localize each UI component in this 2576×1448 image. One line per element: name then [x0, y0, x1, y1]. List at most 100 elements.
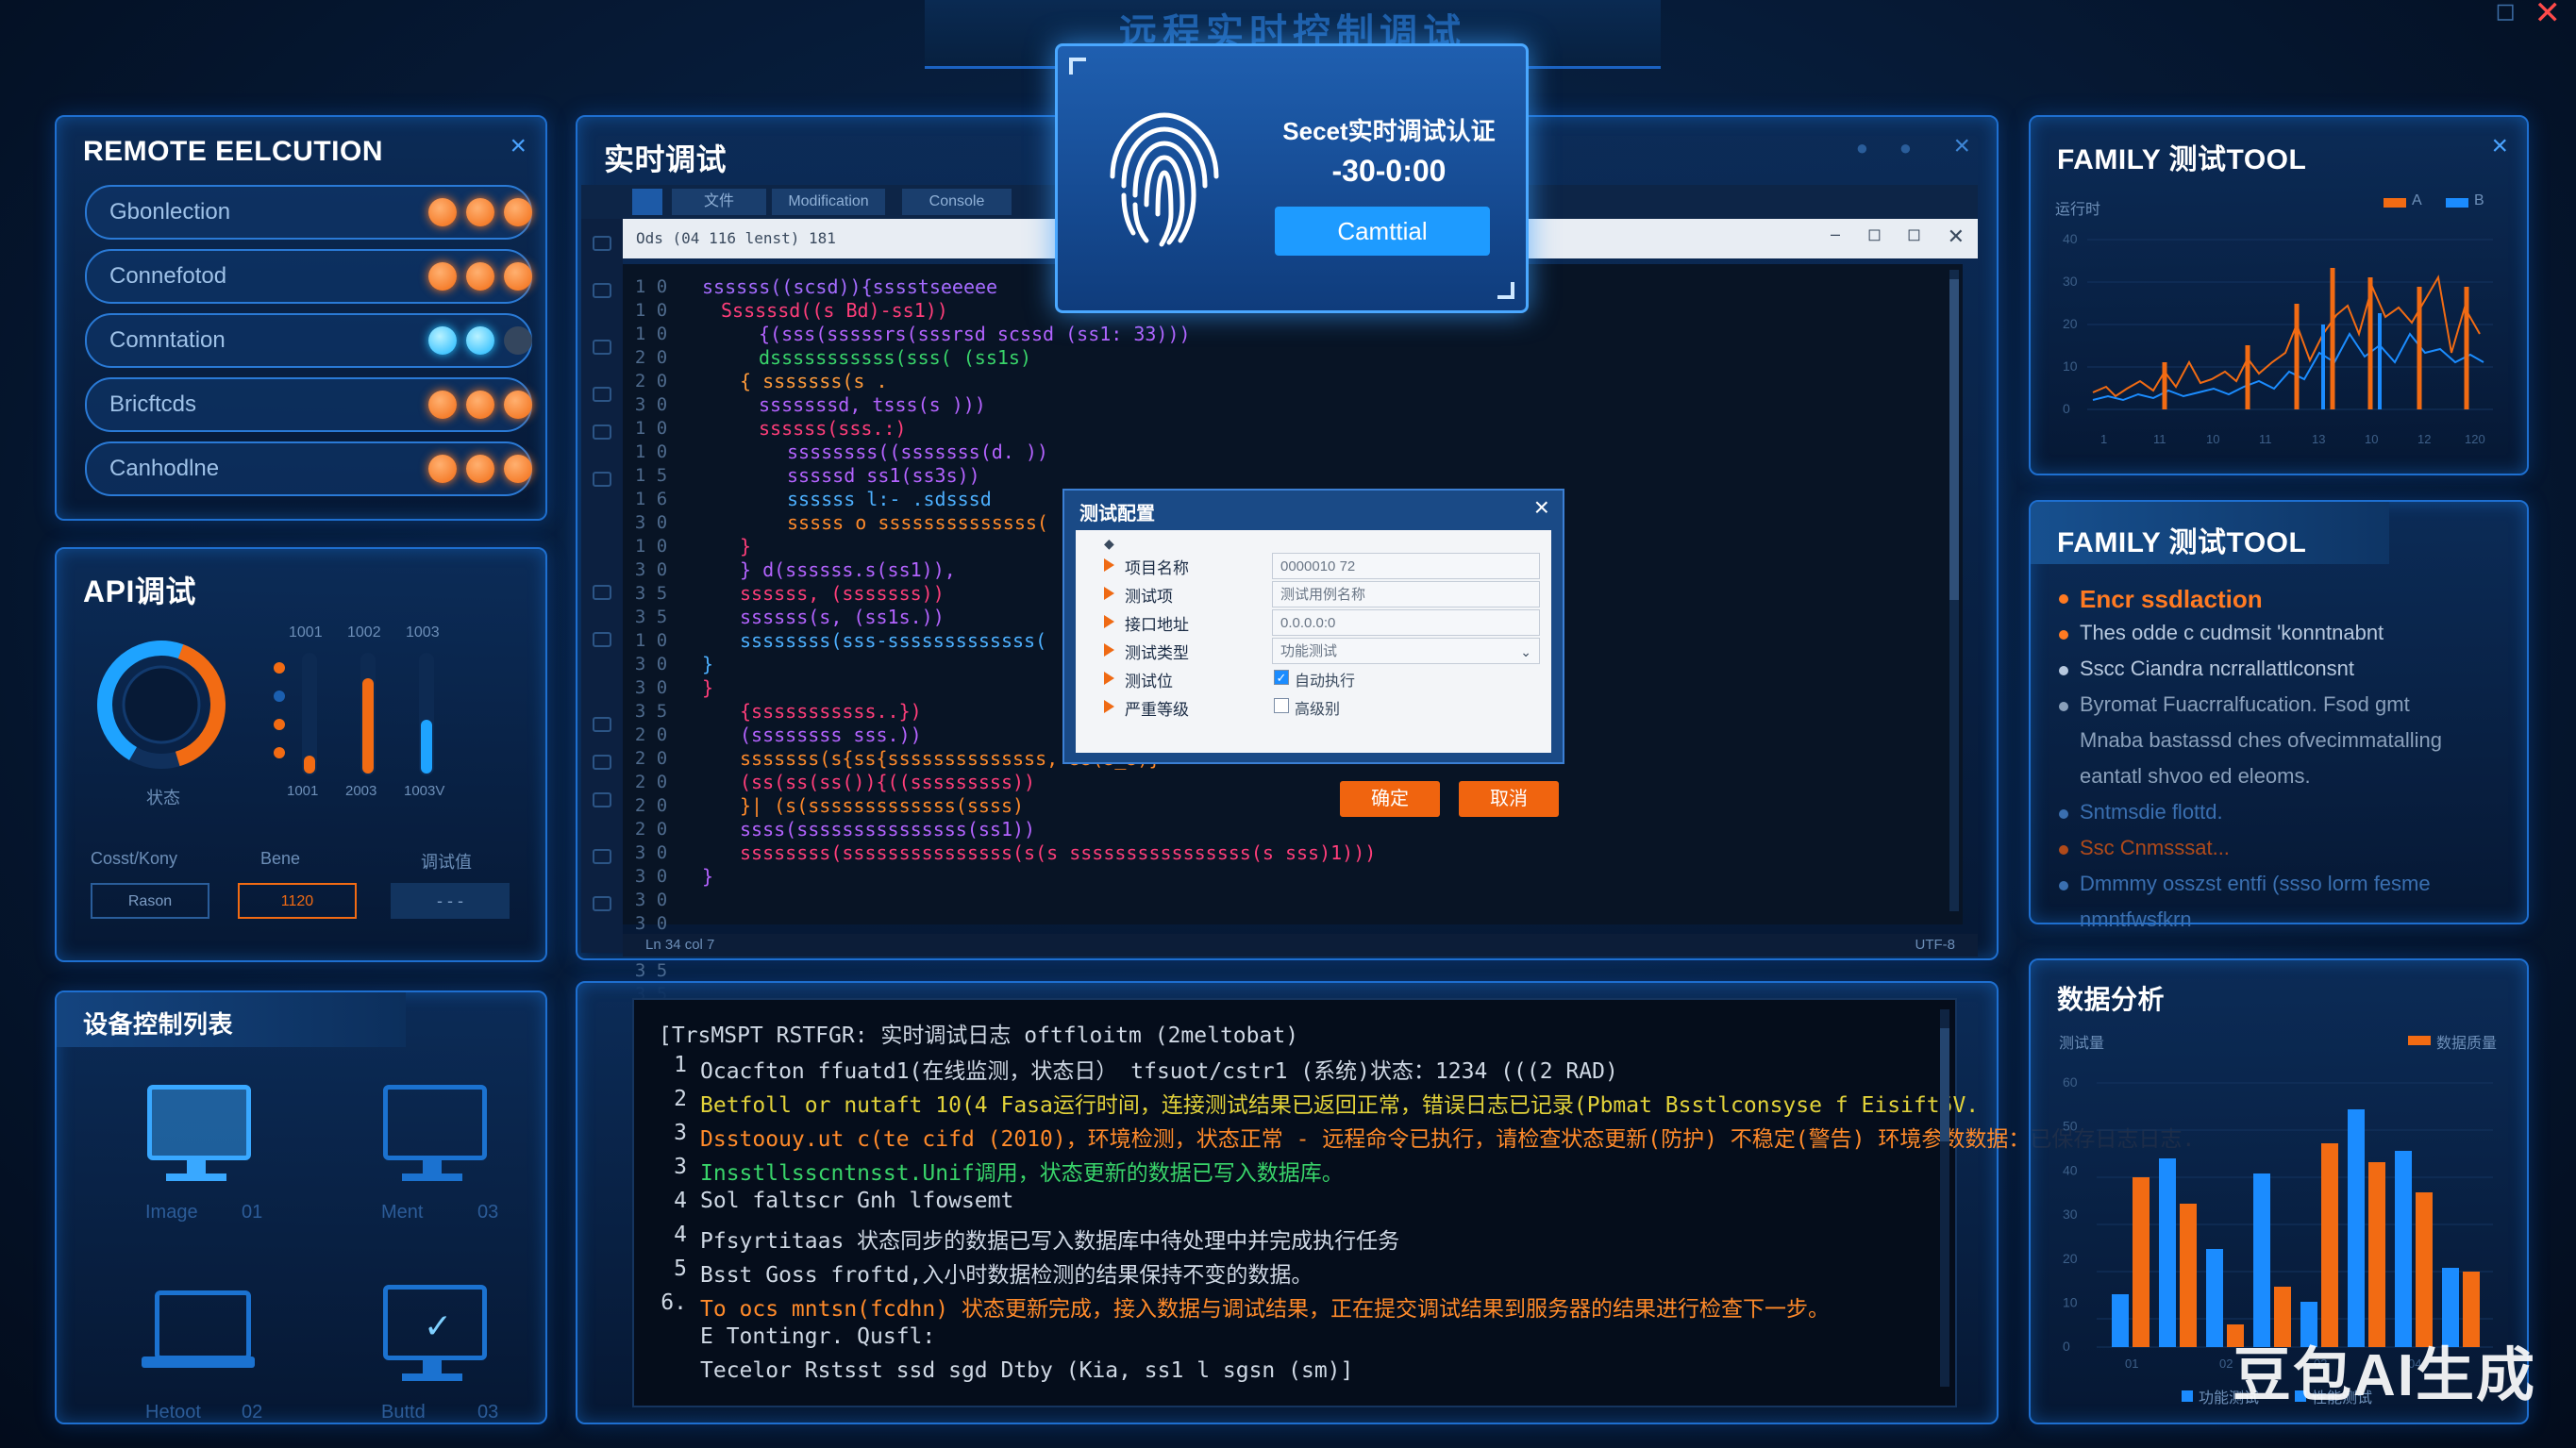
slider-track[interactable]: [302, 653, 317, 775]
sidebar-tool-icon[interactable]: [593, 387, 611, 402]
restore-icon[interactable]: ◻: [1867, 225, 1882, 244]
close-icon[interactable]: ✕: [1948, 225, 1965, 249]
log-line: Sol faltscr Gnh lfowsemt: [700, 1189, 1014, 1213]
indicator-dot: [274, 719, 285, 730]
window-close-icon[interactable]: ✕: [2534, 0, 2562, 32]
line-number: 3 5: [634, 607, 668, 627]
log-line-number: 5: [674, 1257, 687, 1281]
api-more-button[interactable]: - - -: [391, 883, 510, 919]
editor-tab[interactable]: Modification: [772, 189, 885, 215]
remote-row[interactable]: Comntation: [85, 313, 532, 368]
device-item[interactable]: Image 01: [113, 1075, 283, 1245]
window-button-icon[interactable]: ●: [1856, 136, 1868, 160]
scrollbar-thumb[interactable]: [1940, 1028, 1949, 1141]
panel-title: 实时调试: [604, 142, 728, 176]
slider-track[interactable]: [360, 653, 376, 775]
chart-bar: [2368, 1162, 2385, 1347]
sidebar-tool-icon[interactable]: [593, 236, 611, 251]
sidebar-tool-icon[interactable]: [593, 585, 611, 600]
status-dot: [428, 391, 457, 419]
close-icon[interactable]: ×: [1534, 492, 1549, 523]
line-number: 3 0: [634, 890, 668, 910]
scrollbar-thumb[interactable]: [1949, 279, 1959, 600]
api-field-button[interactable]: Rason: [91, 883, 209, 919]
code-line: (ssssssss sss.)): [740, 724, 922, 746]
api-value-button[interactable]: 1120: [238, 883, 357, 919]
field-label: 测试类型: [1125, 644, 1189, 662]
close-icon[interactable]: ×: [510, 130, 527, 162]
panel-title: API调试: [83, 574, 196, 608]
field-checkbox[interactable]: [1274, 698, 1289, 713]
device-item[interactable]: Ment 03: [349, 1075, 519, 1245]
line-number: 2 0: [634, 347, 668, 368]
panel-title: 设备控制列表: [83, 1010, 234, 1039]
footer-label: 调试值: [421, 853, 472, 872]
list-item: Dmmmy osszst entfi (ssso lorm fesme: [2080, 872, 2431, 895]
window-button-icon[interactable]: ●: [1899, 136, 1912, 160]
family-tool-chart-panel: FAMILY 测试TOOL × 运行时 A B 40 30 20 10 0 1 …: [2029, 115, 2529, 475]
panel-title: REMOTE EELCUTION: [83, 136, 384, 167]
sidebar-tool-icon[interactable]: [593, 792, 611, 807]
sidebar-tool-icon[interactable]: [593, 632, 611, 647]
field-label: 项目名称: [1125, 559, 1189, 577]
window-min-icon[interactable]: ◻: [2495, 0, 2516, 25]
cancel-button[interactable]: 取消: [1459, 781, 1559, 817]
sidebar-tool-icon[interactable]: [593, 755, 611, 770]
tab-icon[interactable]: [632, 189, 662, 215]
log-line: Bsst Goss froftd,入小时数据检测的结果保持不变的数据。: [700, 1263, 1313, 1288]
x-tick: 13: [2312, 432, 2325, 446]
sidebar-tool-icon[interactable]: [593, 340, 611, 355]
scrollbar[interactable]: [1949, 270, 1959, 911]
field-input[interactable]: 测试用例名称: [1272, 581, 1540, 607]
list-item: Mnaba bastassd ches ofvecimmatalling: [2080, 728, 2442, 752]
field-input[interactable]: 0000010 72: [1272, 553, 1540, 579]
code-line: {(sss(sssssrs(sssrsd scssd (ss1: 33))): [759, 323, 1191, 345]
debug-log-terminal[interactable]: [TrsMSPT RSTFGR: 实时调试日志 oftfloitm (2melt…: [632, 998, 2195, 1407]
device-item[interactable]: ✓ Buttd 03: [349, 1275, 519, 1445]
line-number: 3 0: [634, 394, 668, 415]
maximize-icon[interactable]: ◻: [1907, 225, 1921, 244]
sidebar-tool-icon[interactable]: [593, 896, 611, 911]
remote-row[interactable]: Gbonlection: [85, 185, 532, 240]
bullet-icon: [2059, 594, 2068, 604]
slider-track[interactable]: [419, 653, 434, 775]
sidebar-tool-icon[interactable]: [593, 717, 611, 732]
remote-row[interactable]: Canhodlne: [85, 441, 532, 496]
log-line-number: 3: [674, 1121, 687, 1145]
cursor-position: Ln 34 col 7: [645, 937, 715, 953]
line-number: 3 0: [634, 654, 668, 674]
list-item: Sscc Ciandra ncrrallattlconsnt: [2080, 657, 2355, 680]
test-config-dialog: 测试配置 × ◆ 项目名称 0000010 72 测试项 测试用例名称 接口地址 0.0.…: [1062, 489, 1564, 764]
gauge-label: 状态: [146, 789, 180, 807]
sidebar-tool-icon[interactable]: [593, 472, 611, 487]
code-line: {sssssssssss..}): [740, 700, 922, 723]
sidebar-tool-icon[interactable]: [593, 283, 611, 298]
close-icon[interactable]: ×: [1953, 130, 1970, 162]
log-line-number: 6.: [661, 1290, 687, 1315]
line-number: 3 0: [634, 512, 668, 533]
chart-bar: [2416, 1192, 2433, 1347]
remote-row[interactable]: Bricftcds: [85, 377, 532, 432]
field-checkbox[interactable]: ✓: [1274, 670, 1289, 685]
minimize-icon[interactable]: –: [1831, 225, 1840, 244]
auth-confirm-button[interactable]: Camttial: [1275, 207, 1490, 256]
sidebar-tool-icon[interactable]: [593, 849, 611, 864]
file-path: Ods (04 116 lenst) 181: [636, 229, 836, 247]
editor-tab[interactable]: Console: [902, 189, 1012, 215]
scrollbar[interactable]: [1940, 1009, 1949, 1387]
legend-label: 数据质量: [2436, 1036, 2498, 1052]
code-line: ssss(sssssssssssssss(ss1)): [740, 818, 1036, 841]
editor-tab[interactable]: 文件: [672, 189, 766, 215]
remote-row-label: Bricftcds: [109, 391, 197, 417]
device-item[interactable]: Hetoot 02: [113, 1275, 283, 1445]
field-input[interactable]: 0.0.0.0:0: [1272, 609, 1540, 636]
code-line: }: [740, 535, 752, 558]
x-tick: 1: [2100, 432, 2107, 446]
slider-header: 1003: [406, 624, 440, 641]
close-icon[interactable]: ×: [2491, 130, 2508, 162]
bullet-icon: [2059, 845, 2068, 855]
field-select[interactable]: 功能测试 ⌄: [1272, 638, 1540, 664]
confirm-button[interactable]: 确定: [1340, 781, 1440, 817]
remote-row[interactable]: Connefotod: [85, 249, 532, 304]
sidebar-tool-icon[interactable]: [593, 424, 611, 440]
